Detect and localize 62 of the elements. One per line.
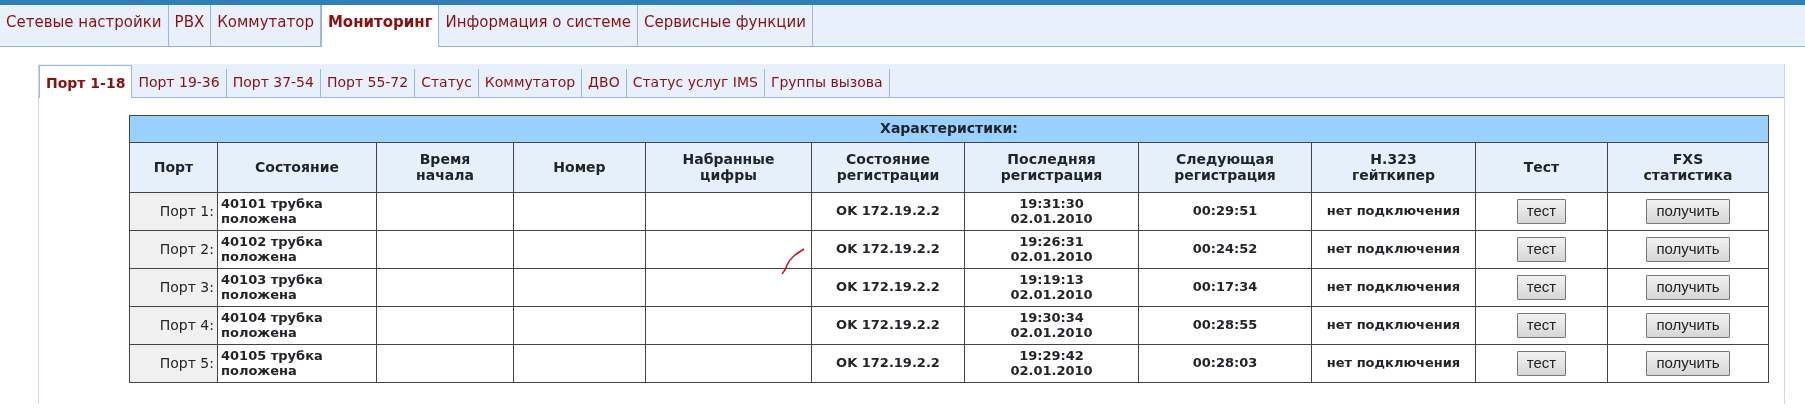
table-cell: 19:30:34 02.01.2010 — [964, 306, 1139, 345]
table-title: Характеристики: — [129, 115, 1769, 143]
get-button[interactable]: получить — [1646, 237, 1730, 262]
table-cell: OK 172.19.2.2 — [811, 268, 965, 307]
column-header: Тест — [1475, 142, 1608, 193]
sub-tab[interactable]: ДВО — [582, 69, 627, 97]
column-header: H.323 гейткипер — [1311, 142, 1476, 193]
test-button[interactable]: тест — [1516, 313, 1567, 338]
table-cell: 00:24:52 — [1138, 230, 1312, 269]
table-cell: 19:31:30 02.01.2010 — [964, 192, 1139, 231]
sub-tab[interactable]: Статус услуг IMS — [626, 69, 765, 97]
table-cell: OK 172.19.2.2 — [811, 344, 965, 383]
sub-tab[interactable]: Порт 1-18 — [39, 65, 133, 98]
table-cell: 40104 трубка положена — [217, 306, 377, 345]
get-button[interactable]: получить — [1646, 313, 1730, 338]
table-cell: 00:28:03 — [1138, 344, 1312, 383]
get-button[interactable]: получить — [1646, 351, 1730, 376]
get-button[interactable]: получить — [1646, 275, 1730, 300]
column-header: Номер — [513, 142, 646, 193]
sub-tab[interactable]: Группы вызова — [764, 69, 890, 97]
test-button[interactable]: тест — [1516, 351, 1567, 376]
column-header: Состояние — [217, 142, 377, 193]
table-cell: нет подключения — [1311, 344, 1476, 383]
table-cell: 00:29:51 — [1138, 192, 1312, 231]
column-header: Набранные цифры — [645, 142, 812, 193]
table-cell: 19:26:31 02.01.2010 — [964, 230, 1139, 269]
table-cell: OK 172.19.2.2 — [811, 192, 965, 231]
port-label: Порт 3: — [129, 268, 218, 307]
table-cell: нет подключения — [1311, 306, 1476, 345]
column-header: Следующая регистрация — [1138, 142, 1312, 193]
port-label: Порт 5: — [129, 344, 218, 383]
port-label: Порт 2: — [129, 230, 218, 269]
table-cell: 00:17:34 — [1138, 268, 1312, 307]
sub-tab[interactable]: Порт 55-72 — [320, 69, 416, 97]
get-button[interactable]: получить — [1646, 199, 1730, 224]
nav-tab[interactable]: Мониторинг — [320, 5, 440, 47]
column-header: Последняя регистрация — [964, 142, 1139, 193]
column-header: Время начала — [376, 142, 514, 193]
test-button[interactable]: тест — [1516, 237, 1567, 262]
sub-tab[interactable]: Статус — [415, 69, 479, 97]
table-cell: 40102 трубка положена — [217, 230, 377, 269]
table-cell: нет подключения — [1311, 192, 1476, 231]
table-cell: нет подключения — [1311, 230, 1476, 269]
column-header: FXS статистика — [1607, 142, 1769, 193]
table-cell: OK 172.19.2.2 — [811, 306, 965, 345]
sub-tab[interactable]: Коммутатор — [478, 69, 583, 97]
port-label: Порт 1: — [129, 192, 218, 231]
table-cell: 00:28:55 — [1138, 306, 1312, 345]
test-button[interactable]: тест — [1516, 275, 1567, 300]
table-cell: 40101 трубка положена — [217, 192, 377, 231]
column-header: Порт — [129, 142, 218, 193]
sub-tab[interactable]: Порт 37-54 — [226, 69, 321, 97]
column-header: Состояние регистрации — [811, 142, 965, 193]
sub-tab[interactable]: Порт 19-36 — [132, 69, 227, 97]
test-button[interactable]: тест — [1516, 199, 1567, 224]
table-cell: 40105 трубка положена — [217, 344, 377, 383]
table-cell: OK 172.19.2.2 — [811, 230, 965, 269]
table-cell: 40103 трубка положена — [217, 268, 377, 307]
table-cell: 19:29:42 02.01.2010 — [964, 344, 1139, 383]
table-cell: нет подключения — [1311, 268, 1476, 307]
port-label: Порт 4: — [129, 306, 218, 345]
table-cell: 19:19:13 02.01.2010 — [964, 268, 1139, 307]
